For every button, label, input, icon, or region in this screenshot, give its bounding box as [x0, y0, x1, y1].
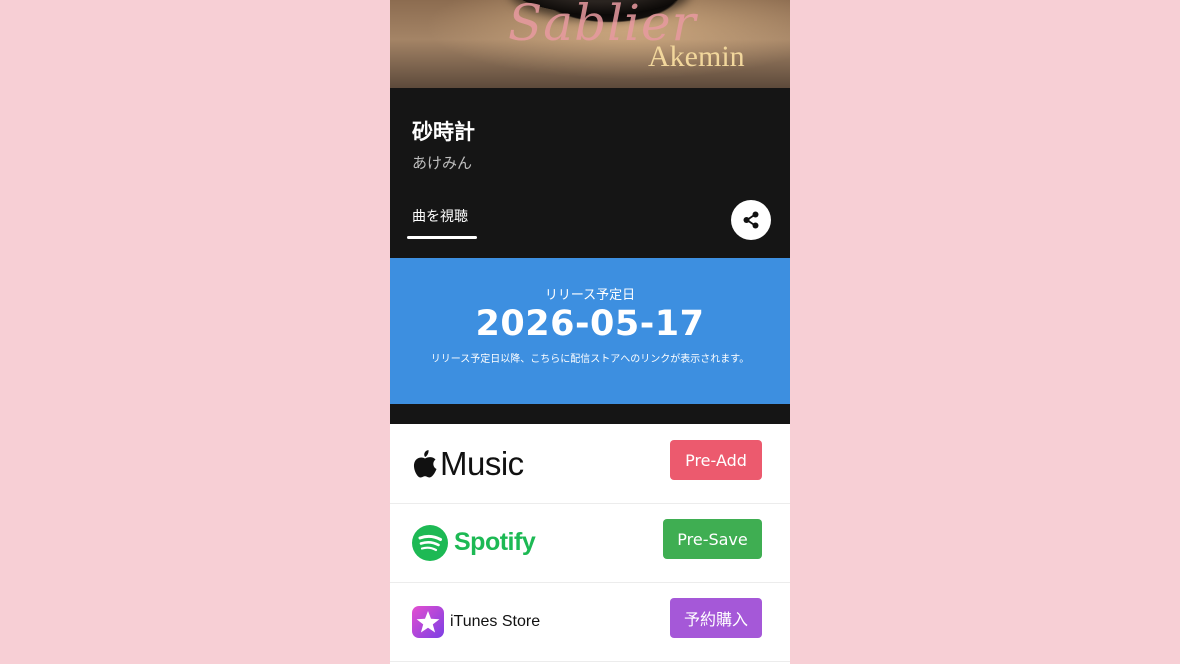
pre-save-label: Pre-Save	[677, 529, 748, 549]
preorder-button[interactable]: 予約購入	[670, 598, 762, 638]
pre-add-button[interactable]: Pre-Add	[670, 440, 762, 480]
apple-music-logo: Music	[412, 424, 524, 503]
spotify-label: Spotify	[454, 528, 536, 556]
store-row-spotify: Spotify Pre-Save	[390, 503, 790, 583]
release-date-label: リリース予定日	[544, 288, 636, 303]
apple-music-label: Music	[440, 444, 524, 482]
song-header: 砂時計 あけみん 曲を視聴	[390, 88, 790, 258]
share-icon	[743, 211, 759, 229]
spotify-logo: Spotify	[412, 503, 536, 582]
song-title: 砂時計	[412, 120, 475, 144]
album-cover-art: Sablier Akemin	[390, 0, 790, 88]
store-row-apple-music: Music Pre-Add	[390, 424, 790, 504]
pre-add-label: Pre-Add	[685, 450, 747, 470]
active-tab-indicator	[407, 236, 477, 239]
itunes-star-icon	[412, 605, 444, 638]
pre-save-button[interactable]: Pre-Save	[663, 519, 762, 559]
itunes-store-logo: iTunes Store	[412, 582, 540, 661]
tab-listen[interactable]: 曲を視聴	[412, 206, 468, 226]
music-link-page: Sablier Akemin 砂時計 あけみん 曲を視聴 リリース予定日 202…	[390, 0, 790, 664]
store-list: Music Pre-Add Spotify Pre-Save iTunes St…	[390, 424, 790, 664]
share-button[interactable]	[731, 200, 771, 240]
itunes-store-label: iTunes Store	[450, 612, 541, 630]
store-row-itunes: iTunes Store 予約購入	[390, 582, 790, 662]
apple-logo-icon	[413, 449, 437, 477]
release-date-value: 2026-05-17	[475, 304, 705, 344]
spotify-logo-icon	[412, 524, 448, 561]
song-artist: あけみん	[412, 154, 473, 172]
cover-artist-logo: Akemin	[648, 40, 745, 73]
preorder-label: 予約購入	[683, 610, 748, 629]
release-date-banner: リリース予定日 2026-05-17 リリース予定日以降、こちらに配信ストアへの…	[390, 258, 790, 404]
section-divider	[390, 404, 790, 424]
release-note: リリース予定日以降、こちらに配信ストアへのリンクが表示されます。	[430, 354, 750, 365]
